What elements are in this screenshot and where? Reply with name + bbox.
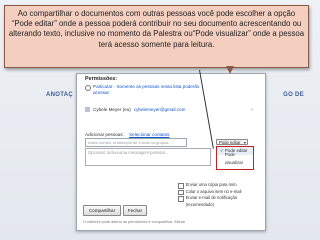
dropdown-item-can-view[interactable]: Pode visualizar <box>217 152 253 165</box>
invite-input[interactable]: Insira nomes, endereços de e-mail ou gru… <box>85 138 187 147</box>
footer-note: O editores pode alterar as permissões e … <box>83 220 186 224</box>
option-send-copy[interactable]: Enviar uma cópia para mim <box>178 182 248 189</box>
select-contacts-link[interactable]: Selecionar contatos <box>129 132 169 137</box>
permission-select-value: Pode editar <box>219 140 241 145</box>
dropdown-item-label: Pode visualizar <box>224 152 244 165</box>
instruction-callout: Ao compartilhar o documentos com outras … <box>4 5 309 68</box>
private-share-option[interactable]: Particular - Somente as pessoas nesta li… <box>85 84 245 96</box>
share-button[interactable]: Compartilhar <box>83 205 121 216</box>
message-field[interactable]: Opcional: inclua uma mensagem pessoal... <box>85 148 211 166</box>
callout-tail <box>226 66 234 74</box>
close-button[interactable]: Fechar <box>123 205 147 216</box>
checkbox-icon[interactable] <box>178 196 184 202</box>
checkbox-icon[interactable] <box>178 183 184 189</box>
send-options: Enviar uma cópia para mim Colar o arquiv… <box>178 182 248 208</box>
share-option-text: Particular - Somente as pessoas nesta li… <box>93 84 200 95</box>
sharing-dialog: Permissões: Particular - Somente as pess… <box>76 73 266 231</box>
permission-select[interactable]: Pode editar ▾ <box>216 139 248 145</box>
dialog-title: Permissões: <box>85 76 118 82</box>
option-notify[interactable]: Enviar e-mail de notificação (recomendad… <box>178 195 248 208</box>
owner-email: cybelemeyer@gmail.com <box>133 107 186 112</box>
background-heading-right: GO DE <box>283 92 304 98</box>
owner-row: Cybele Meyer (eu) cybelemeyer@gmail.com … <box>85 106 253 113</box>
radio-icon[interactable] <box>85 85 91 91</box>
option-paste-item[interactable]: Colar o arquivo item no e-mail <box>178 189 248 196</box>
background-heading-left: ANOTAÇ <box>46 92 74 98</box>
add-people-label: Adicionar pessoas: Selecionar contatos <box>85 132 170 137</box>
permission-dropdown: ✓ Pode editar Pode visualizar <box>216 146 254 170</box>
owner-name: Cybele Meyer (eu) <box>93 107 131 112</box>
avatar <box>85 107 90 112</box>
checkbox-icon[interactable] <box>178 189 184 196</box>
close-icon[interactable]: × <box>250 107 253 112</box>
callout-text: Ao compartilhar o documentos com outras … <box>8 9 305 49</box>
